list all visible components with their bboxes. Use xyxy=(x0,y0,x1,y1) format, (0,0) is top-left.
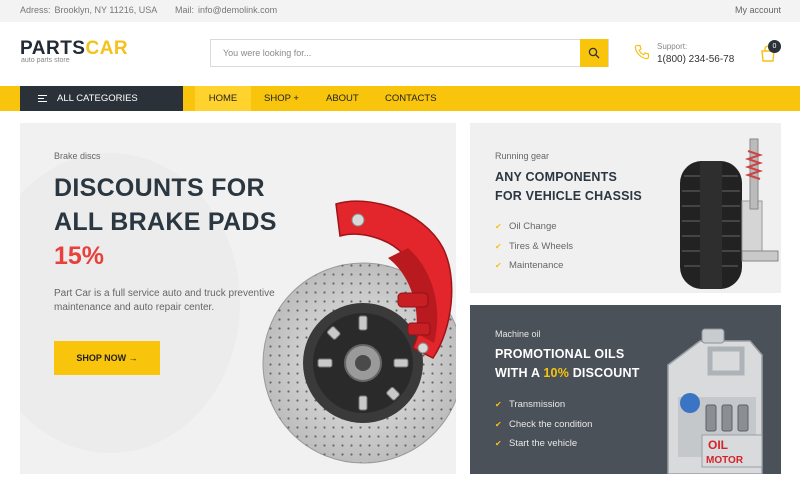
list-item: ✔ Check the condition xyxy=(495,415,592,435)
logo[interactable]: PARTSCAR xyxy=(20,39,128,59)
search-input[interactable] xyxy=(211,40,581,66)
card2-discount: 10% xyxy=(543,366,570,380)
cart-count-badge: 0 xyxy=(768,40,781,53)
logo-part1: PARTS xyxy=(20,38,86,59)
jug-label-oil: OIL xyxy=(708,438,728,452)
card2-title-line1: PROMOTIONAL OILS xyxy=(495,347,625,361)
list-item: ✔ Maintenance xyxy=(495,256,573,276)
check-icon: ✔ xyxy=(495,241,502,251)
nav-contacts[interactable]: CONTACTS xyxy=(385,86,437,111)
all-categories-button[interactable]: ALL CATEGORIES xyxy=(20,86,183,111)
hero-discount: 15% xyxy=(54,242,105,270)
card2-title: PROMOTIONAL OILS WITH A 10% DISCOUNT xyxy=(495,345,640,383)
support-label: Support: xyxy=(657,42,688,51)
card2-list: ✔ Transmission ✔ Check the condition ✔ Star… xyxy=(495,395,592,454)
card2-title-line2: WITH A 10% DISCOUNT xyxy=(495,364,640,383)
list-item-label: Check the condition xyxy=(509,418,593,430)
address-label: Adress: xyxy=(20,5,51,15)
card1-list: ✔ Oil Change ✔ Tires & Wheels ✔ Maintenance xyxy=(495,217,573,276)
all-categories-label: ALL CATEGORIES xyxy=(57,93,138,104)
mail: Mail: info@demolink.com xyxy=(175,5,277,15)
list-item: ✔ Transmission xyxy=(495,395,592,415)
promo-card-running-gear[interactable]: Running gear ANY COMPONENTS FOR VEHICLE … xyxy=(470,123,781,293)
check-icon: ✔ xyxy=(495,222,502,231)
nav-shop[interactable]: SHOP + xyxy=(264,86,299,111)
logo-part2: CAR xyxy=(85,38,129,59)
list-item-label: Maintenance xyxy=(509,260,564,271)
list-item: ✔ Start the vehicle xyxy=(495,434,592,454)
card2-title-line2-pre: WITH A xyxy=(495,366,544,380)
brake-disc-image xyxy=(262,200,456,464)
tire-suspension-image xyxy=(680,138,779,289)
logo-tagline: auto parts store xyxy=(21,57,70,64)
search-button[interactable] xyxy=(580,39,608,67)
check-icon: ✔ xyxy=(495,419,502,429)
address: Adress: Brooklyn, NY 11216, USA xyxy=(20,5,157,15)
card1-title: ANY COMPONENTS FOR VEHICLE CHASSIS xyxy=(495,168,642,206)
mail-link[interactable]: info@demolink.com xyxy=(198,5,277,15)
card1-kicker: Running gear xyxy=(495,151,550,161)
list-item-label: Oil Change xyxy=(509,221,557,232)
card2-kicker: Machine oil xyxy=(495,329,541,339)
hero-kicker: Brake discs xyxy=(54,151,101,161)
oil-jug-image: OIL MOTOR xyxy=(667,328,763,474)
card2-title-line2-post: DISCOUNT xyxy=(569,366,640,380)
hero-banner: Brake discs DISCOUNTS FOR ALL BRAKE PADS… xyxy=(20,123,456,474)
mail-label: Mail: xyxy=(175,5,195,15)
list-item-label: Transmission xyxy=(509,399,566,410)
list-item-label: Tires & Wheels xyxy=(509,240,574,252)
check-icon: ✔ xyxy=(495,400,502,409)
phone-icon xyxy=(634,44,650,60)
shop-now-button[interactable]: SHOP NOW → xyxy=(54,341,160,375)
card1-title-line1: ANY COMPONENTS xyxy=(495,170,618,184)
card1-title-line2: FOR VEHICLE CHASSIS xyxy=(495,189,642,203)
nav-home[interactable]: HOME xyxy=(195,86,251,111)
list-item: ✔ Tires & Wheels xyxy=(495,237,573,257)
list-item-label: Start the vehicle xyxy=(509,438,578,449)
search-box xyxy=(210,39,609,67)
support-phone[interactable]: 1(800) 234-56-78 xyxy=(657,54,734,65)
search-icon xyxy=(588,47,600,59)
jug-label-motor: MOTOR xyxy=(706,455,744,466)
check-icon: ✔ xyxy=(495,439,502,448)
main-nav: ALL CATEGORIES HOME SHOP + ABOUT CONTACT… xyxy=(0,86,800,111)
nav-about[interactable]: ABOUT xyxy=(326,86,359,111)
check-icon: ✔ xyxy=(495,261,502,270)
top-bar: Adress: Brooklyn, NY 11216, USA Mail: info… xyxy=(0,0,800,22)
address-value: Brooklyn, NY 11216, USA xyxy=(54,5,158,15)
list-item: ✔ Oil Change xyxy=(495,217,573,237)
my-account-link[interactable]: My account xyxy=(735,5,781,15)
menu-icon xyxy=(38,95,47,102)
promo-card-machine-oil[interactable]: Machine oil PROMOTIONAL OILS WITH A 10% … xyxy=(470,305,781,474)
